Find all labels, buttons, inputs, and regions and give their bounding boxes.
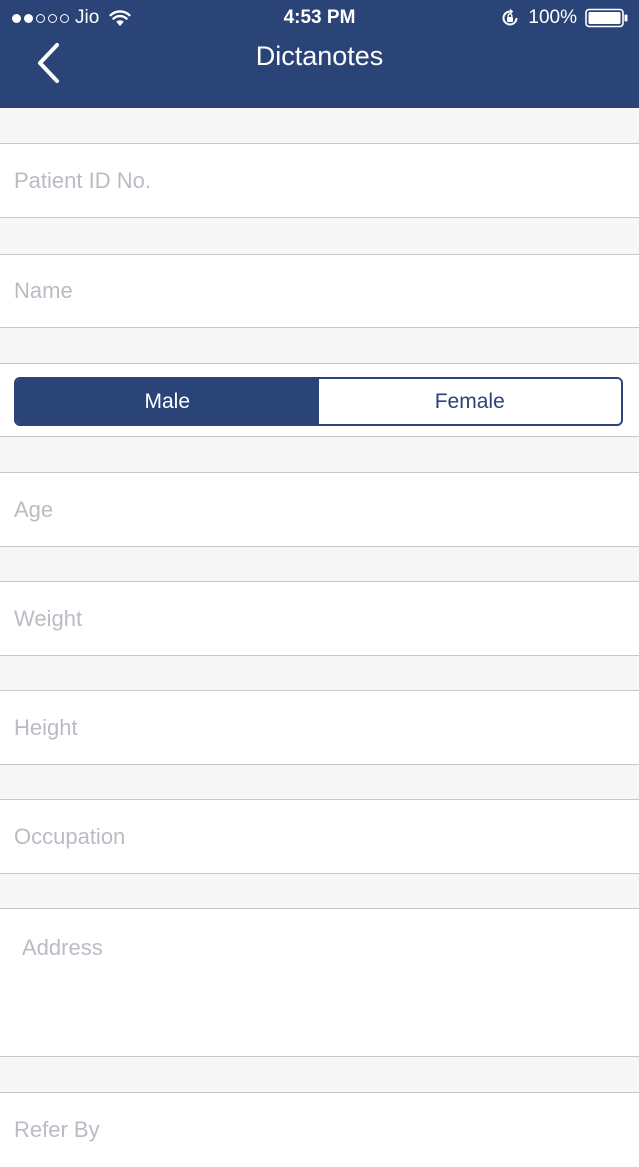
gender-row: Male Female xyxy=(0,363,639,437)
status-right: 100% xyxy=(500,6,629,30)
gender-female-segment[interactable]: Female xyxy=(318,379,621,424)
battery-percent: 100% xyxy=(528,7,577,28)
patient-id-input[interactable] xyxy=(14,144,624,217)
age-input[interactable] xyxy=(14,473,624,546)
status-bar: Jio 4:53 PM 100% xyxy=(0,0,639,36)
occupation-row xyxy=(0,799,639,874)
weight-row xyxy=(0,581,639,656)
age-row xyxy=(0,472,639,547)
address-textarea[interactable] xyxy=(22,935,632,1045)
top-bar: Jio 4:53 PM 100% Dictanotes xyxy=(0,0,639,108)
weight-input[interactable] xyxy=(14,582,624,655)
address-row xyxy=(0,908,639,1057)
gender-segmented-control: Male Female xyxy=(14,377,623,426)
page-title: Dictanotes xyxy=(255,41,384,71)
height-row xyxy=(0,690,639,765)
patient-id-row xyxy=(0,143,639,218)
battery-icon xyxy=(585,8,628,28)
refer-by-input[interactable] xyxy=(14,1093,624,1167)
name-row xyxy=(0,254,639,328)
gender-male-segment[interactable]: Male xyxy=(16,379,319,424)
nav-bar: Dictanotes xyxy=(0,36,639,108)
name-input[interactable] xyxy=(14,255,624,327)
orientation-lock-icon xyxy=(502,8,518,26)
height-input[interactable] xyxy=(14,691,624,764)
occupation-input[interactable] xyxy=(14,800,624,873)
refer-by-row xyxy=(0,1092,639,1167)
